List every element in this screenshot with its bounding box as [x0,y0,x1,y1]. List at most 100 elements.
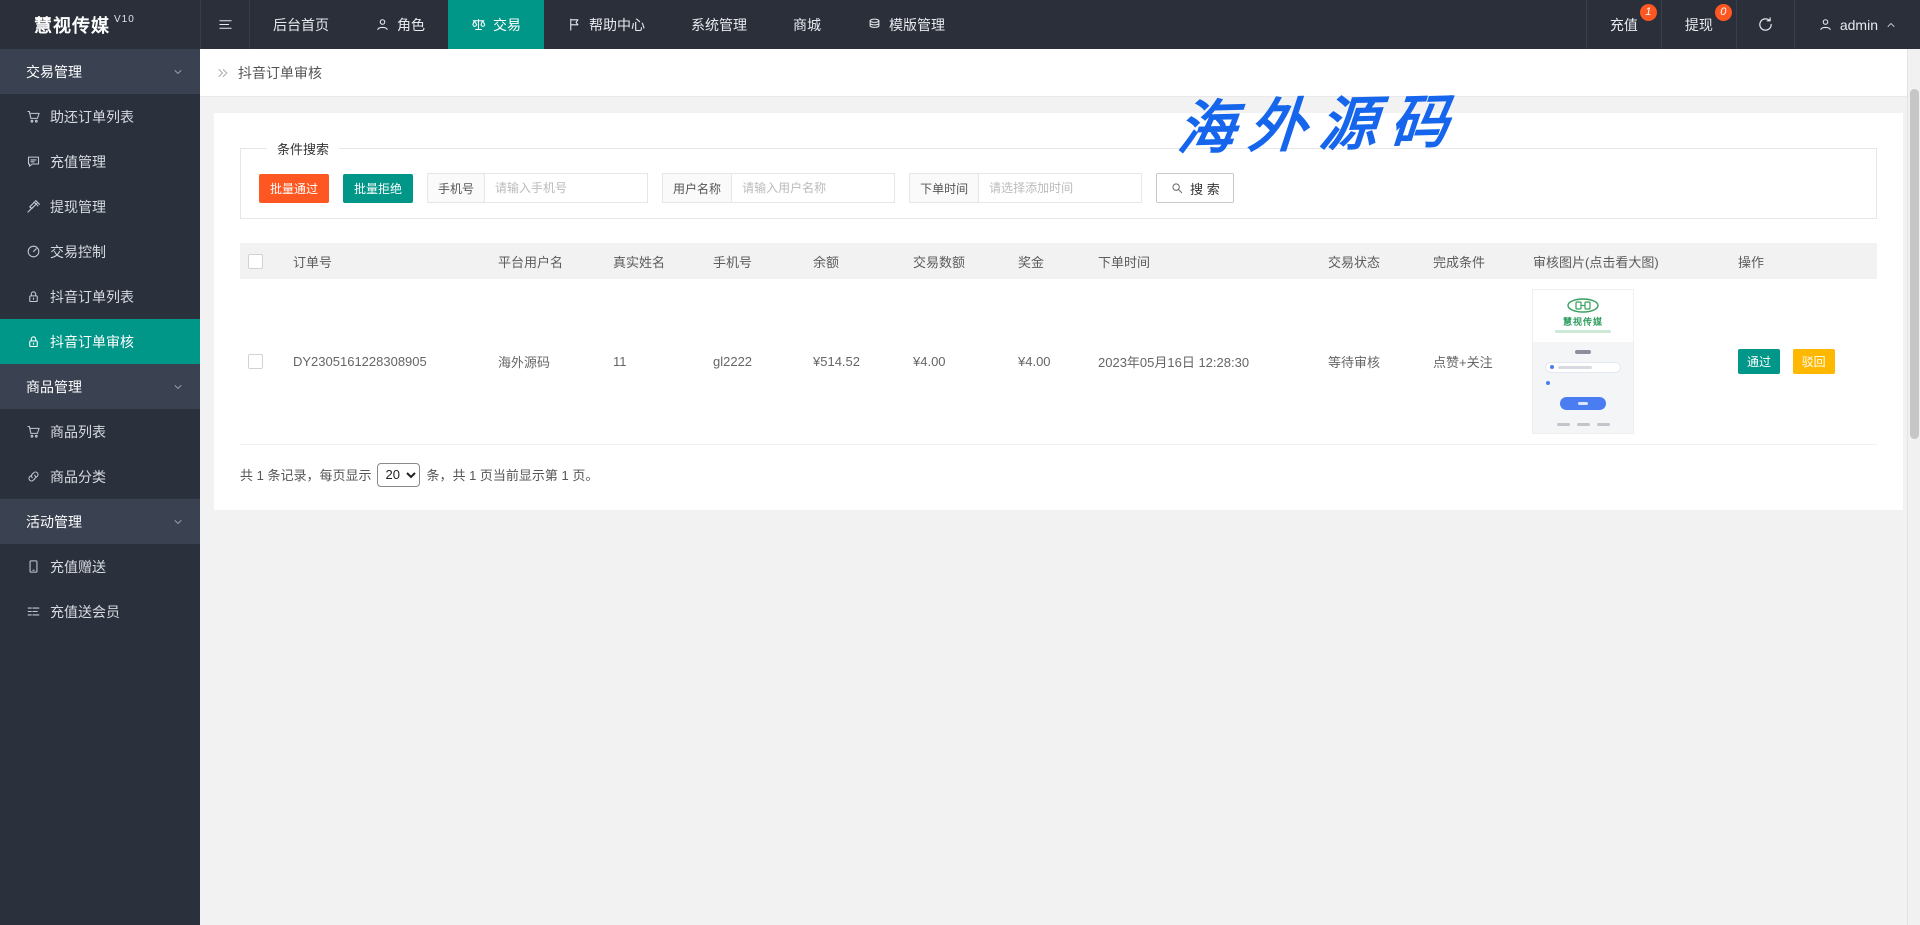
sidebar-item-douyin-orders[interactable]: 抖音订单列表 [0,274,200,319]
col-platform-user: 平台用户名 [490,243,605,279]
refresh-icon [1757,16,1774,33]
sidebar-item-recharge-vip[interactable]: 充值送会员 [0,589,200,634]
nav-mall[interactable]: 商城 [770,0,844,49]
nav-template[interactable]: 模版管理 [844,0,968,49]
phone-input[interactable] [485,174,647,202]
username-filter-group: 用户名称 [662,173,895,203]
scrollbar-track[interactable] [1907,49,1920,925]
sidebar-item-recharge-mgmt[interactable]: 充值管理 [0,139,200,184]
filter-fieldset: 条件搜索 批量通过 批量拒绝 手机号 用户名称 下单时间 搜 [240,139,1877,219]
col-condition: 完成条件 [1425,243,1525,279]
order-time-input[interactable] [979,174,1141,202]
nav-system[interactable]: 系统管理 [668,0,770,49]
app-root: 慧视传媒 V10 后台首页 角色 交易 帮助中心 系统管理 商城 模版管理 [0,0,1920,925]
message-icon [26,154,41,169]
gauge-icon [26,244,41,259]
lock-icon [26,289,41,304]
username-label: 用户名称 [663,174,732,202]
chevron-up-icon [1885,19,1897,31]
chevron-down-icon [172,381,184,393]
sidebar-group-trade[interactable]: 交易管理 [0,49,200,94]
sidebar-item-assist-orders[interactable]: 助还订单列表 [0,94,200,139]
filter-legend: 条件搜索 [267,139,339,158]
approve-button[interactable]: 通过 [1738,349,1780,374]
withdraw-button[interactable]: 提现 0 [1661,0,1736,49]
top-bar: 慧视传媒 V10 后台首页 角色 交易 帮助中心 系统管理 商城 模版管理 [0,0,1920,49]
withdraw-badge: 0 [1715,4,1732,21]
brand-version: V10 [114,14,135,25]
col-phone: 手机号 [705,243,805,279]
orders-table: 订单号 平台用户名 真实姓名 手机号 余额 交易数额 奖金 下单时间 交易状态 … [240,243,1877,445]
sidebar: 交易管理 助还订单列表 充值管理 提现管理 交易控制 抖音订单列表 抖音订单审核 [0,49,200,925]
col-real-name: 真实姓名 [605,243,705,279]
sidebar-item-trade-control[interactable]: 交易控制 [0,229,200,274]
cell-status: 等待审核 [1320,279,1425,444]
scales-icon [471,17,486,32]
lock-icon [26,334,41,349]
username: admin [1840,17,1878,33]
order-time-filter-group: 下单时间 [909,173,1142,203]
cell-real-name: 11 [605,279,705,444]
nav-trade[interactable]: 交易 [448,0,544,49]
nav-role[interactable]: 角色 [352,0,448,49]
link-icon [26,469,41,484]
cell-trade-amount: ¥4.00 [905,279,1010,444]
col-review-image: 审核图片(点击看大图) [1525,243,1730,279]
sidebar-item-recharge-gift[interactable]: 充值赠送 [0,544,200,589]
brand-name: 慧视传媒 [34,12,110,38]
sidebar-item-goods-category[interactable]: 商品分类 [0,454,200,499]
phone-label: 手机号 [428,174,485,202]
col-actions: 操作 [1730,243,1877,279]
batch-reject-button[interactable]: 批量拒绝 [343,174,413,203]
refresh-button[interactable] [1736,0,1794,49]
pagination-suffix: 条，共 1 页当前显示第 1 页。 [426,465,598,484]
content-card: 条件搜索 批量通过 批量拒绝 手机号 用户名称 下单时间 搜 [214,113,1903,510]
person-icon [375,17,390,32]
page-size-select[interactable]: 20 [377,463,420,487]
sidebar-group-activity[interactable]: 活动管理 [0,499,200,544]
topbar-right: 充值 1 提现 0 admin [1586,0,1920,49]
cell-condition: 点赞+关注 [1425,279,1525,444]
row-checkbox[interactable] [248,354,263,369]
menu-toggle-button[interactable] [200,0,250,49]
col-status: 交易状态 [1320,243,1425,279]
cell-phone: gl2222 [705,279,805,444]
tablet-icon [26,559,41,574]
col-order-time: 下单时间 [1090,243,1320,279]
recharge-badge: 1 [1640,4,1657,21]
review-image-thumbnail[interactable]: 慧视传媒 [1533,290,1633,433]
thumb-logo-icon [1566,298,1600,313]
cell-platform-user: 海外源码 [490,279,605,444]
batch-approve-button[interactable]: 批量通过 [259,174,329,203]
order-time-label: 下单时间 [910,174,979,202]
list-icon [26,604,41,619]
gavel-icon [26,199,41,214]
reject-button[interactable]: 驳回 [1793,349,1835,374]
page-title: 抖音订单审核 [238,63,322,83]
nav-help-center[interactable]: 帮助中心 [544,0,668,49]
scrollbar-thumb[interactable] [1910,89,1919,439]
nav-home[interactable]: 后台首页 [250,0,352,49]
chevron-down-icon [172,66,184,78]
recharge-button[interactable]: 充值 1 [1586,0,1661,49]
sidebar-item-goods-list[interactable]: 商品列表 [0,409,200,454]
sidebar-group-goods[interactable]: 商品管理 [0,364,200,409]
sidebar-item-withdraw-mgmt[interactable]: 提现管理 [0,184,200,229]
cell-order-no: DY2305161228308905 [285,279,490,444]
col-order-no: 订单号 [285,243,490,279]
table-row: DY2305161228308905 海外源码 11 gl2222 ¥514.5… [240,279,1877,444]
cell-bonus: ¥4.00 [1010,279,1090,444]
cart-icon [26,109,41,124]
cart-icon [26,424,41,439]
double-chevron-icon [216,66,230,80]
col-balance: 余额 [805,243,905,279]
flag-icon [567,17,582,32]
search-icon [1170,181,1184,195]
user-menu[interactable]: admin [1794,0,1920,49]
search-button[interactable]: 搜 索 [1156,173,1234,203]
brand-logo: 慧视传媒 V10 [0,0,200,49]
select-all-checkbox[interactable] [248,254,263,269]
username-input[interactable] [732,174,894,202]
chevron-down-icon [172,516,184,528]
sidebar-item-douyin-review[interactable]: 抖音订单审核 [0,319,200,364]
